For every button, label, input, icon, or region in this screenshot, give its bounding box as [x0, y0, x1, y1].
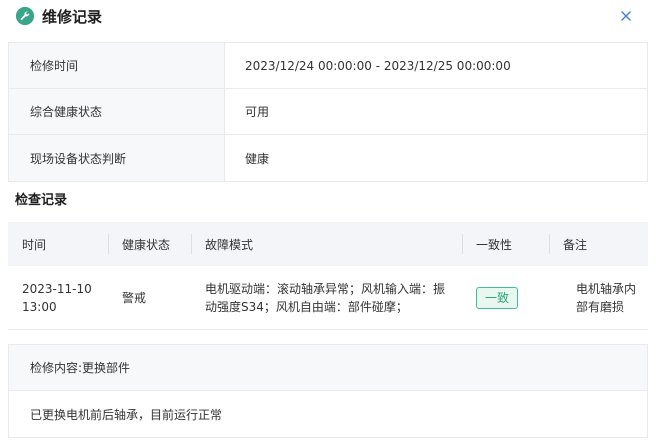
- info-table: 检修时间 2023/12/24 00:00:00 - 2023/12/25 00…: [8, 42, 648, 182]
- info-label: 现场设备状态判断: [9, 135, 225, 181]
- maintenance-content-body: 已更换电机前后轴承，目前运行正常: [30, 407, 223, 422]
- column-divider: [462, 234, 463, 254]
- cell-fault-mode: 电机驱动端：滚动轴承异常；风机输入端：振 动强度S34；风机自由端：部件碰摩；: [205, 266, 455, 330]
- time-date: 2023-11-10: [22, 282, 92, 296]
- dialog-header: 维修记录: [0, 0, 656, 36]
- consistency-badge: 一致: [476, 287, 519, 309]
- fault-line: 动强度S34；风机自由端：部件碰摩；: [205, 300, 408, 314]
- section-title: 检查记录: [15, 193, 68, 208]
- column-divider: [549, 234, 550, 254]
- column-header-note: 备注: [563, 237, 588, 252]
- column-header-consistency: 一致性: [476, 237, 513, 252]
- wrench-icon: [16, 7, 34, 25]
- fault-line: 电机驱动端：滚动轴承异常；风机输入端：振: [205, 282, 446, 296]
- cell-note: 电机轴承内 部有磨损: [576, 266, 646, 330]
- info-row-field-status: 现场设备状态判断 健康: [9, 135, 647, 181]
- cell-consistency: 一致: [476, 266, 519, 330]
- column-header-health: 健康状态: [122, 237, 171, 252]
- column-divider: [191, 234, 192, 254]
- time-hour: 13:00: [22, 300, 57, 314]
- note-line: 部有磨损: [576, 300, 625, 314]
- info-label: 综合健康状态: [9, 89, 225, 134]
- cell-health: 警戒: [122, 291, 147, 305]
- info-row-overall-health: 综合健康状态 可用: [9, 89, 647, 135]
- info-row-inspection-time: 检修时间 2023/12/24 00:00:00 - 2023/12/25 00…: [9, 43, 647, 89]
- cell-time: 2023-11-10 13:00: [22, 266, 104, 330]
- dialog-title: 维修记录: [42, 8, 103, 26]
- maintenance-detail-panel: 检修内容:更换部件 已更换电机前后轴承，目前运行正常: [8, 344, 648, 438]
- info-value: 可用: [245, 105, 270, 119]
- column-header-time: 时间: [22, 237, 47, 252]
- note-line: 电机轴承内: [576, 282, 637, 296]
- maintenance-content-heading: 检修内容:更换部件: [9, 345, 647, 391]
- records-table-header: 时间 健康状态 故障模式 一致性 备注: [8, 222, 648, 266]
- close-icon[interactable]: [618, 8, 634, 24]
- column-header-fault-mode: 故障模式: [205, 237, 254, 252]
- info-label: 检修时间: [9, 43, 225, 88]
- info-value: 2023/12/24 00:00:00 - 2023/12/25 00:00:0…: [245, 58, 511, 73]
- info-value: 健康: [245, 151, 270, 166]
- table-row: 2023-11-10 13:00 警戒 电机驱动端：滚动轴承异常；风机输入端：振…: [8, 266, 648, 330]
- column-divider: [108, 234, 109, 254]
